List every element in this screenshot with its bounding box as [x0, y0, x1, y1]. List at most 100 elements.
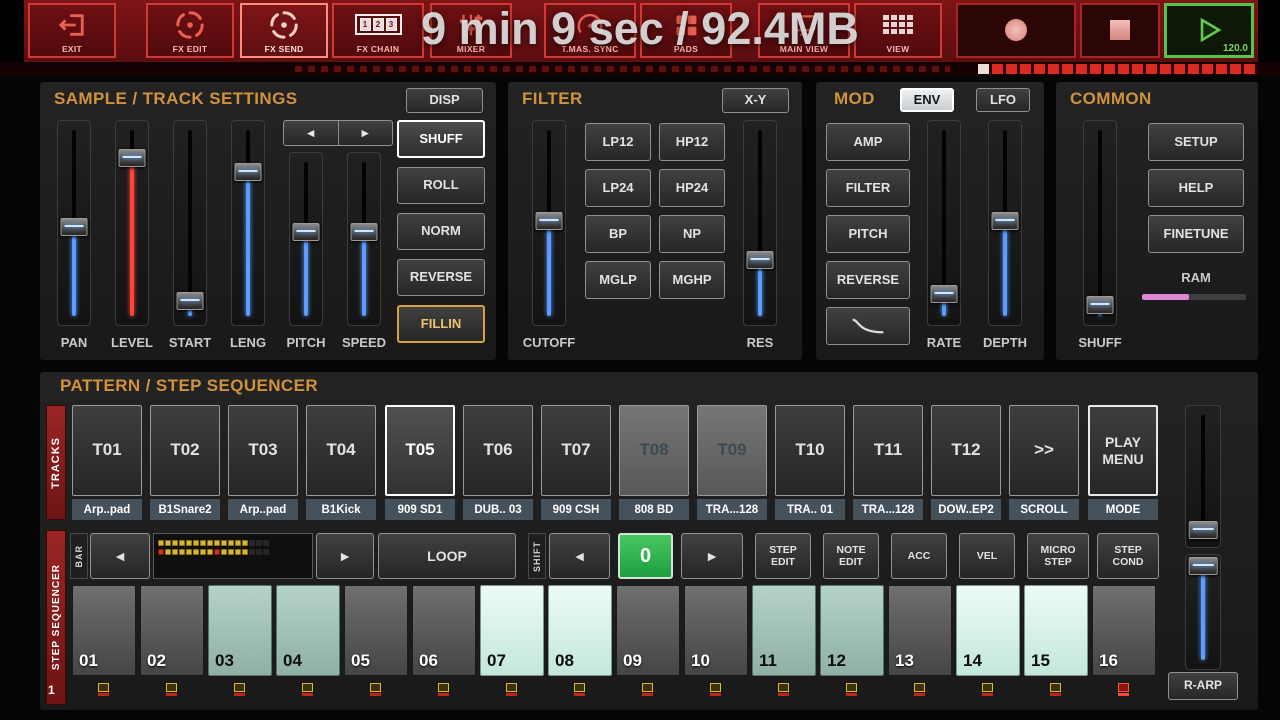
loop-button[interactable]: LOOP [378, 533, 516, 579]
accent-button[interactable]: ACC [891, 533, 947, 579]
fader-handle[interactable] [292, 223, 320, 242]
mod-target-filter[interactable]: FILTER [826, 169, 910, 207]
speed-fader[interactable]: SPEED [342, 152, 386, 352]
bar-next-button[interactable]: ► [316, 533, 374, 579]
sample-prev-button[interactable]: ◄ [284, 121, 339, 145]
main-view-button[interactable]: MAIN VIEW [758, 3, 850, 58]
exit-button[interactable]: EXIT [28, 3, 116, 58]
mod-target-pitch[interactable]: PITCH [826, 215, 910, 253]
velocity-button[interactable]: VEL [959, 533, 1015, 579]
track-button-t01[interactable]: T01 [72, 405, 142, 496]
track-button-t12[interactable]: T12 [931, 405, 1001, 496]
bar-prev-button[interactable]: ◄ [90, 533, 150, 579]
track-button-t03[interactable]: T03 [228, 405, 298, 496]
start-fader[interactable]: START [168, 120, 212, 352]
step-pad-06[interactable]: 06 [412, 585, 476, 676]
shuff-button[interactable]: SHUFF [397, 120, 485, 158]
fader-handle[interactable] [1188, 557, 1218, 576]
fader-handle[interactable] [350, 223, 378, 242]
norm-button[interactable]: NORM [397, 213, 485, 250]
track-button-t06[interactable]: T06 [463, 405, 533, 496]
shift-next-button[interactable]: ► [681, 533, 743, 579]
shift-prev-button[interactable]: ◄ [549, 533, 610, 579]
fx-chain-button[interactable]: 123 FX CHAIN [332, 3, 424, 58]
fader-handle[interactable] [1086, 295, 1114, 314]
pads-button[interactable]: PADS [640, 3, 732, 58]
roll-button[interactable]: ROLL [397, 167, 485, 204]
fader-handle[interactable] [930, 285, 958, 304]
fader-handle[interactable] [118, 148, 146, 167]
step-pad-13[interactable]: 13 [888, 585, 952, 676]
pitch-fader[interactable]: PITCH [284, 152, 328, 352]
filter-type-lp24[interactable]: LP24 [585, 169, 651, 207]
filter-type-np[interactable]: NP [659, 215, 725, 253]
track-button-t02[interactable]: T02 [150, 405, 220, 496]
fillin-button[interactable]: FILLIN [397, 305, 485, 343]
step-pad-16[interactable]: 16 [1092, 585, 1156, 676]
step-pad-14[interactable]: 14 [956, 585, 1020, 676]
fx-edit-button[interactable]: FX EDIT [146, 3, 234, 58]
r-arp-button[interactable]: R-ARP [1168, 672, 1238, 700]
fader-handle[interactable] [60, 218, 88, 237]
step-pad-11[interactable]: 11 [752, 585, 816, 676]
filter-type-mglp[interactable]: MGLP [585, 261, 651, 299]
fader-handle[interactable] [176, 291, 204, 310]
mixer-button[interactable]: MIXER [430, 3, 512, 58]
env-button[interactable]: ENV [900, 88, 954, 112]
envelope-curve-button[interactable] [826, 307, 910, 345]
play-button[interactable]: 120.0 [1164, 3, 1254, 58]
step-pad-07[interactable]: 07 [480, 585, 544, 676]
track-button-t10[interactable]: T10 [775, 405, 845, 496]
track-button-t09[interactable]: T09 [697, 405, 767, 496]
track-button-t11[interactable]: T11 [853, 405, 923, 496]
pattern-overview-grid[interactable] [153, 533, 313, 579]
fx-send-button[interactable]: FX SEND [240, 3, 328, 58]
sample-next-button[interactable]: ► [339, 121, 393, 145]
track-button-t04[interactable]: T04 [306, 405, 376, 496]
resonance-fader[interactable]: RES [738, 120, 782, 352]
track-button-t07[interactable]: T07 [541, 405, 611, 496]
mod-target-reverse[interactable]: REVERSE [826, 261, 910, 299]
step-pad-12[interactable]: 12 [820, 585, 884, 676]
step-pad-10[interactable]: 10 [684, 585, 748, 676]
track-button-t05[interactable]: T05 [385, 405, 455, 496]
setup-button[interactable]: SETUP [1148, 123, 1244, 161]
stop-button[interactable] [1080, 3, 1160, 58]
shift-value-button[interactable]: 0 [618, 533, 673, 579]
lfo-button[interactable]: LFO [976, 88, 1030, 112]
track-scroll-button[interactable]: >> [1009, 405, 1079, 496]
filter-type-bp[interactable]: BP [585, 215, 651, 253]
record-button[interactable] [956, 3, 1076, 58]
step-cond-button[interactable]: STEP COND [1097, 533, 1159, 579]
step-pad-15[interactable]: 15 [1024, 585, 1088, 676]
step-pad-08[interactable]: 08 [548, 585, 612, 676]
step-pad-02[interactable]: 02 [140, 585, 204, 676]
mod-target-amp[interactable]: AMP [826, 123, 910, 161]
step-pad-09[interactable]: 09 [616, 585, 680, 676]
track-scroll-fader[interactable] [1180, 405, 1226, 548]
step-pad-03[interactable]: 03 [208, 585, 272, 676]
xy-button[interactable]: X-Y [722, 88, 789, 113]
depth-fader[interactable]: DEPTH [983, 120, 1027, 352]
step-area-fader[interactable] [1180, 554, 1226, 670]
play-menu-button[interactable]: PLAY MENU [1088, 405, 1158, 496]
shuffle-fader[interactable]: SHUFF [1078, 120, 1122, 352]
pan-fader[interactable]: PAN [52, 120, 96, 352]
disp-button[interactable]: DISP [406, 88, 483, 113]
sync-button[interactable]: T.MAS. SYNC [544, 3, 636, 58]
fader-handle[interactable] [991, 211, 1019, 230]
step-edit-button[interactable]: STEP EDIT [755, 533, 811, 579]
step-pad-01[interactable]: 01 [72, 585, 136, 676]
fader-handle[interactable] [1188, 521, 1218, 540]
level-fader[interactable]: LEVEL [110, 120, 154, 352]
micro-step-button[interactable]: MICRO STEP [1027, 533, 1089, 579]
filter-type-hp12[interactable]: HP12 [659, 123, 725, 161]
filter-type-lp12[interactable]: LP12 [585, 123, 651, 161]
track-button-t08[interactable]: T08 [619, 405, 689, 496]
leng-fader[interactable]: LENG [226, 120, 270, 352]
help-button[interactable]: HELP [1148, 169, 1244, 207]
reverse-button[interactable]: REVERSE [397, 259, 485, 296]
fader-handle[interactable] [746, 250, 774, 269]
note-edit-button[interactable]: NOTE EDIT [823, 533, 879, 579]
filter-type-mghp[interactable]: MGHP [659, 261, 725, 299]
